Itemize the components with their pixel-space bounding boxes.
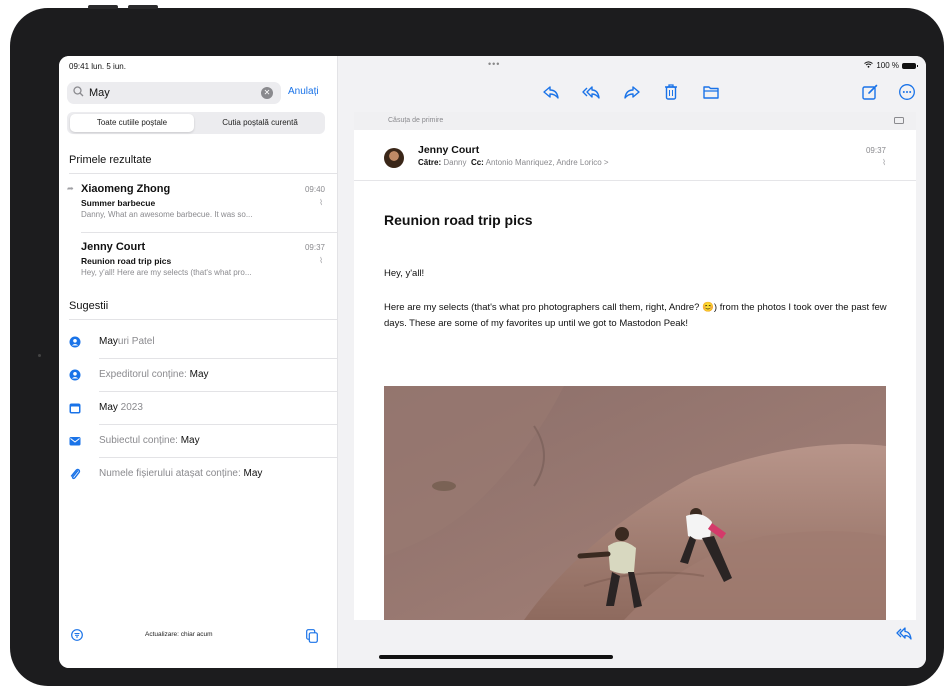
search-value: May: [89, 87, 110, 99]
suggestion-prefix: Numele fișierului atașat conține:: [99, 468, 244, 479]
sidebar-bottom-toolbar: Actualizare: chiar acum: [59, 620, 337, 668]
calendar-icon: [69, 403, 81, 414]
wifi-icon: [864, 61, 874, 70]
scope-current-mailbox[interactable]: Cutia poștală curentă: [197, 114, 323, 132]
suggestion-prefix: Expeditorul conține:: [99, 369, 190, 380]
cc-label: Cc:: [470, 158, 484, 167]
mailbox-name: Căsuța de primire: [388, 117, 444, 124]
tray-icon[interactable]: [894, 117, 904, 124]
trash-icon[interactable]: [662, 83, 680, 101]
update-status: Actualizare: chiar acum: [145, 631, 213, 638]
battery-percent: 100 %: [876, 61, 899, 70]
message-body: Here are my selects (that's what pro pho…: [384, 302, 887, 329]
paperclip-icon: [70, 468, 81, 480]
person-icon: [69, 369, 81, 381]
search-icon: [73, 86, 84, 100]
volume-button: [88, 5, 118, 9]
multitasking-dots[interactable]: •••: [488, 59, 500, 69]
reply-icon[interactable]: [542, 83, 560, 101]
home-indicator[interactable]: [379, 655, 613, 659]
envelope-icon: [69, 437, 81, 446]
suggestion-bold: May: [99, 336, 118, 347]
header-divider: [354, 180, 916, 181]
suggestion-rest: uri Patel: [117, 336, 155, 347]
attached-photo[interactable]: [384, 386, 886, 620]
scope-all-mailboxes[interactable]: Toate cutiile poștale: [70, 114, 194, 132]
camera-dot: [38, 354, 41, 357]
result-subject: Reunion road trip pics: [81, 256, 172, 266]
to-value: Danny: [443, 158, 467, 167]
compose-window-icon[interactable]: [306, 629, 318, 643]
attachment-icon: ⌇: [319, 198, 323, 207]
message-pane: ••• 100 % Căsuța de primire Jenny Court …: [338, 56, 926, 668]
replied-icon: ➦: [67, 184, 74, 193]
divider: [69, 319, 337, 320]
suggestion-rest: 2023: [117, 402, 143, 413]
forward-icon[interactable]: [623, 83, 641, 101]
status-time: 09:41 lun. 5 iun.: [69, 62, 126, 71]
result-time: 09:37: [304, 243, 325, 252]
cc-value: Antonio Manriquez, Andre Lorico >: [485, 158, 609, 167]
to-label: Către:: [418, 158, 442, 167]
message-greeting: Hey, y'all!: [384, 268, 425, 279]
status-bar-right: ••• 100 %: [338, 56, 926, 74]
mailbox-header: Căsuța de primire: [354, 112, 916, 130]
message-time: 09:37: [865, 146, 886, 155]
message-recipients[interactable]: Către: Danny Cc: Antonio Manriquez, Andr…: [418, 158, 609, 167]
battery-icon: [902, 62, 918, 69]
message-subject: Reunion road trip pics: [384, 212, 533, 228]
suggestion-subject[interactable]: Subiectul conține: May: [59, 425, 337, 457]
sender-avatar[interactable]: [384, 148, 404, 168]
message-sender[interactable]: Jenny Court: [418, 144, 479, 156]
attachment-icon: ⌇: [319, 256, 323, 265]
result-subject: Summer barbecue: [81, 198, 156, 208]
result-sender: Xiaomeng Zhong: [81, 183, 171, 195]
compose-icon[interactable]: [861, 83, 879, 101]
search-result-row[interactable]: Jenny Court 09:37 Reunion road trip pics…: [59, 232, 337, 288]
more-icon[interactable]: [898, 83, 916, 101]
suggestion-bold: May: [189, 369, 209, 380]
screen: 09:41 lun. 5 iun. May ✕ Anulați Toate cu…: [59, 56, 926, 668]
clear-search-icon[interactable]: ✕: [261, 87, 273, 99]
search-input[interactable]: May ✕: [67, 82, 281, 104]
suggestion-bold: May: [180, 435, 200, 446]
attachment-icon: ⌇: [882, 158, 886, 167]
status-indicators: 100 %: [864, 61, 918, 70]
reply-icon[interactable]: [896, 626, 912, 640]
result-sender: Jenny Court: [81, 241, 146, 253]
suggestion-bold: May: [99, 402, 118, 413]
suggestion-person[interactable]: Mayuri Patel: [59, 326, 337, 358]
suggestions-title: Sugestii: [69, 300, 109, 312]
result-time: 09:40: [304, 185, 325, 194]
reply-all-icon[interactable]: [582, 83, 600, 101]
suggestion-bold: May: [243, 468, 263, 479]
person-icon: [69, 336, 81, 348]
top-hits-title: Primele rezultate: [69, 154, 152, 166]
suggestion-sender[interactable]: Expeditorul conține: May: [59, 359, 337, 391]
ipad-frame: 09:41 lun. 5 iun. May ✕ Anulați Toate cu…: [10, 5, 944, 686]
volume-button: [128, 5, 158, 9]
suggestion-attachment[interactable]: Numele fișierului atașat conține: May: [59, 458, 337, 490]
folder-icon[interactable]: [702, 83, 720, 101]
suggestion-date[interactable]: May 2023: [59, 392, 337, 424]
search-result-row[interactable]: ➦ Xiaomeng Zhong 09:40 Summer barbecue ⌇…: [59, 174, 337, 232]
result-preview: Danny, What an awesome barbecue. It was …: [81, 210, 253, 219]
cancel-search-button[interactable]: Anulați: [288, 86, 319, 97]
search-sidebar: 09:41 lun. 5 iun. May ✕ Anulați Toate cu…: [59, 56, 338, 668]
search-scope-control: Toate cutiile poștale Cutia poștală cure…: [67, 112, 325, 134]
suggestion-prefix: Subiectul conține:: [99, 435, 181, 446]
result-preview: Hey, y'all! Here are my selects (that's …: [81, 268, 252, 277]
filter-icon[interactable]: [71, 629, 83, 641]
message-card: Căsuța de primire Jenny Court Către: Dan…: [354, 112, 916, 620]
